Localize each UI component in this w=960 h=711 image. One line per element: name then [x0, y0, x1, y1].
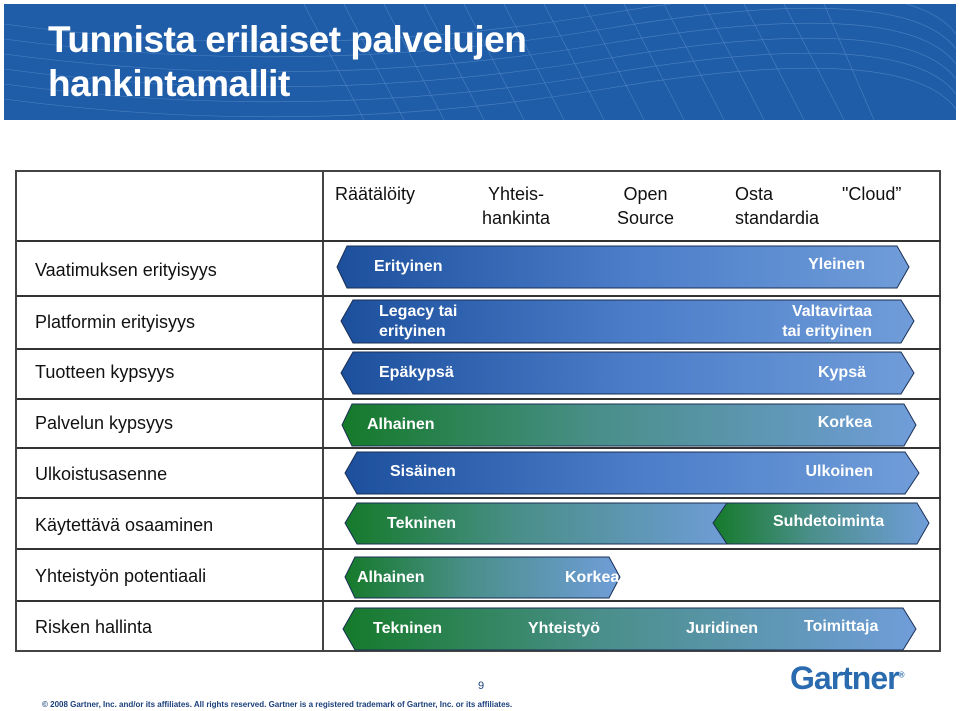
row-divider: [17, 398, 941, 400]
row-label: Palvelun kypsyys: [35, 413, 174, 433]
bar-left-label: Legacy tai erityinen: [379, 302, 457, 342]
column-header-line: Source: [617, 208, 675, 228]
bar-item-label: Toimittaja: [804, 618, 879, 635]
bar-right-label: Korkea: [565, 569, 620, 586]
arrow-bar-platformin-erityisyys: Legacy tai erityinen Valtavirtaa tai eri…: [340, 299, 915, 344]
row-divider: [17, 348, 941, 350]
column-header-open-source: Open Source: [617, 182, 674, 230]
bar-right-label: Valtavirtaa tai erityinen: [782, 302, 872, 342]
bar-right-label: Ulkoinen: [805, 463, 873, 480]
bar-right-label: Suhdetoiminta: [773, 513, 885, 530]
row-divider: [17, 600, 941, 602]
column-header-line: hankinta: [482, 208, 551, 228]
column-header-osta-standardia: Osta standardia: [735, 182, 819, 230]
row-label: Käytettävä osaaminen: [35, 515, 214, 535]
column-header-yhteishankinta: Yhteis- hankinta: [482, 182, 550, 230]
gartner-logo: Gartner®: [790, 660, 904, 697]
title-line-2: hankintamallit: [48, 63, 290, 104]
arrow-bar-yhteistyon-potentiaali: Alhainen Korkea: [344, 556, 621, 599]
column-divider: [322, 172, 324, 652]
bar-right-label-line: tai erityinen: [782, 323, 872, 340]
row-label: Platformin erityisyys: [35, 312, 196, 332]
logo-text: Gartner: [790, 660, 900, 696]
registered-mark: ®: [898, 670, 905, 680]
arrow-bar-palvelun-kypsyys: Alhainen Korkea: [341, 403, 917, 447]
bar-left-label-line: erityinen: [379, 323, 446, 340]
column-header-line: standardia: [735, 208, 820, 228]
arrow-bar-kaytettava-osaaminen-tekninen: Tekninen: [344, 502, 736, 545]
bar-item-label: Tekninen: [373, 620, 443, 637]
row-label: Risken hallinta: [35, 617, 153, 637]
page-number: 9: [478, 680, 485, 692]
arrow-bar-kaytettava-osaaminen-suhdetoiminta: Suhdetoiminta: [712, 502, 930, 545]
bar-item-label: Yhteistyö: [528, 620, 601, 637]
slide-title: Tunnista erilaiset palvelujen hankintama…: [48, 18, 527, 106]
column-header-line: Yhteis-: [488, 184, 545, 204]
row-divider: [17, 295, 941, 297]
bar-right-label: Yleinen: [808, 256, 865, 273]
bar-right-label: Kypsä: [817, 364, 866, 381]
bar-item-label: Juridinen: [686, 620, 759, 637]
row-divider: [17, 548, 941, 550]
arrow-bar-vaatimuksen-erityisyys: Erityinen Yleinen: [336, 245, 910, 289]
column-header-line: Osta: [735, 184, 774, 204]
column-header-cloud: "Cloud”: [842, 182, 901, 206]
bar-right-label: Korkea: [817, 414, 872, 431]
row-label: Vaatimuksen erityisyys: [35, 260, 217, 280]
bar-left-label: Alhainen: [367, 416, 435, 433]
bar-right-label-line: Valtavirtaa: [791, 303, 872, 320]
bar-left-label: Epäkypsä: [379, 364, 454, 381]
arrow-bar-risken-hallinta: Tekninen Yhteistyö Juridinen Toimittaja: [342, 607, 917, 651]
column-header-line: "Cloud”: [842, 184, 902, 204]
bar-left-label: Sisäinen: [390, 463, 456, 480]
row-divider: [17, 497, 941, 499]
arrow-bar-ulkoistusasenne: Sisäinen Ulkoinen: [344, 451, 920, 495]
bar-left-label-line: Legacy tai: [379, 303, 458, 320]
column-header-line: Räätälöity: [335, 184, 416, 204]
row-label: Ulkoistusasenne: [35, 464, 168, 484]
row-label: Yhteistyön potentiaali: [35, 566, 207, 586]
row-divider: [17, 240, 941, 242]
bar-left-label: Alhainen: [357, 569, 425, 586]
bar-left-label: Tekninen: [387, 515, 457, 532]
column-header-raatalointi: Räätälöity: [335, 182, 415, 206]
row-divider: [17, 447, 941, 449]
copyright-notice: © 2008 Gartner, Inc. and/or its affiliat…: [42, 700, 513, 709]
title-line-1: Tunnista erilaiset palvelujen: [48, 19, 527, 60]
row-label: Tuotteen kypsyys: [35, 362, 175, 382]
arrow-bar-tuotteen-kypsyys: Epäkypsä Kypsä: [340, 351, 915, 395]
title-banner: Tunnista erilaiset palvelujen hankintama…: [4, 4, 956, 120]
column-header-line: Open: [623, 184, 668, 204]
bar-left-label: Erityinen: [374, 258, 443, 275]
